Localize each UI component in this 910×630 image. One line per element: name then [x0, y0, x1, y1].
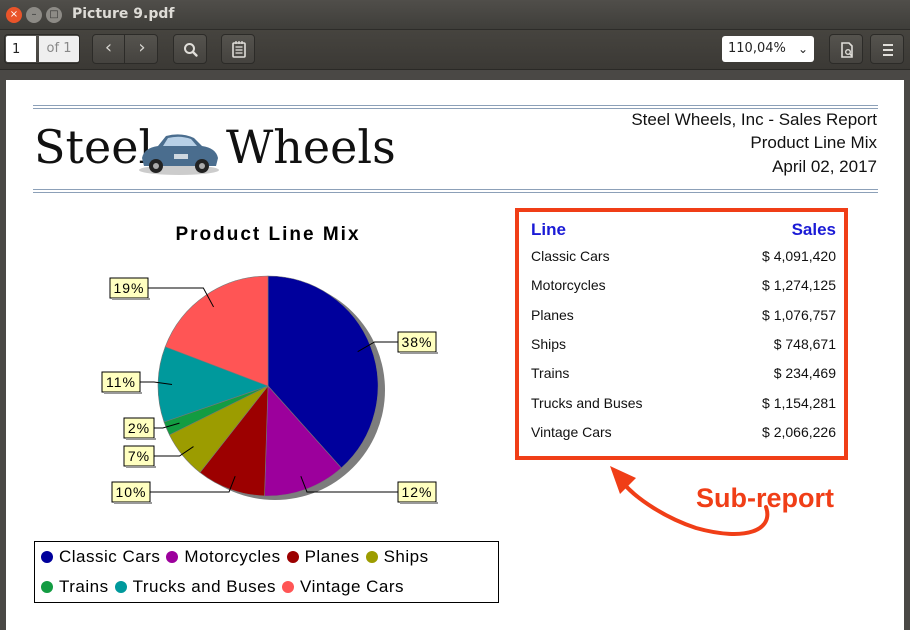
sub-report-callout-label: Sub-report [696, 483, 834, 513]
next-page-button[interactable]: › [126, 35, 158, 63]
zoom-select[interactable]: 110,04% ⌄ [722, 36, 814, 62]
annotations-button[interactable] [221, 34, 255, 64]
document-viewport[interactable]: Steel Wheels Steel Wheels, Inc - Sales R… [0, 70, 910, 630]
page-nav-group: ‹ › [92, 34, 158, 64]
zoom-value: 110,04% [728, 41, 786, 56]
callout-arrow-icon [610, 466, 770, 536]
minimize-window-button[interactable]: – [26, 7, 42, 23]
hamburger-menu-icon [883, 44, 893, 56]
close-window-button[interactable]: × [6, 7, 22, 23]
page-number-input[interactable] [6, 36, 36, 62]
search-icon [184, 43, 198, 57]
title-bar: × – □ Picture 9.pdf [0, 0, 910, 30]
page-navigator: of 1 [4, 34, 80, 64]
document-properties-button[interactable] [829, 34, 863, 64]
menu-button[interactable] [870, 34, 904, 64]
search-button[interactable] [173, 34, 207, 64]
page-count-label: of 1 [39, 36, 79, 62]
maximize-window-button[interactable]: □ [46, 7, 62, 23]
previous-page-button[interactable]: ‹ [93, 35, 125, 63]
annotations-icon [232, 41, 246, 58]
pdf-page: Steel Wheels Steel Wheels, Inc - Sales R… [6, 80, 904, 630]
toolbar: of 1 ‹ › 110,04% ⌄ [0, 30, 910, 70]
document-properties-icon [841, 42, 853, 58]
window-title: Picture 9.pdf [72, 6, 175, 22]
chevron-down-icon: ⌄ [797, 42, 808, 56]
